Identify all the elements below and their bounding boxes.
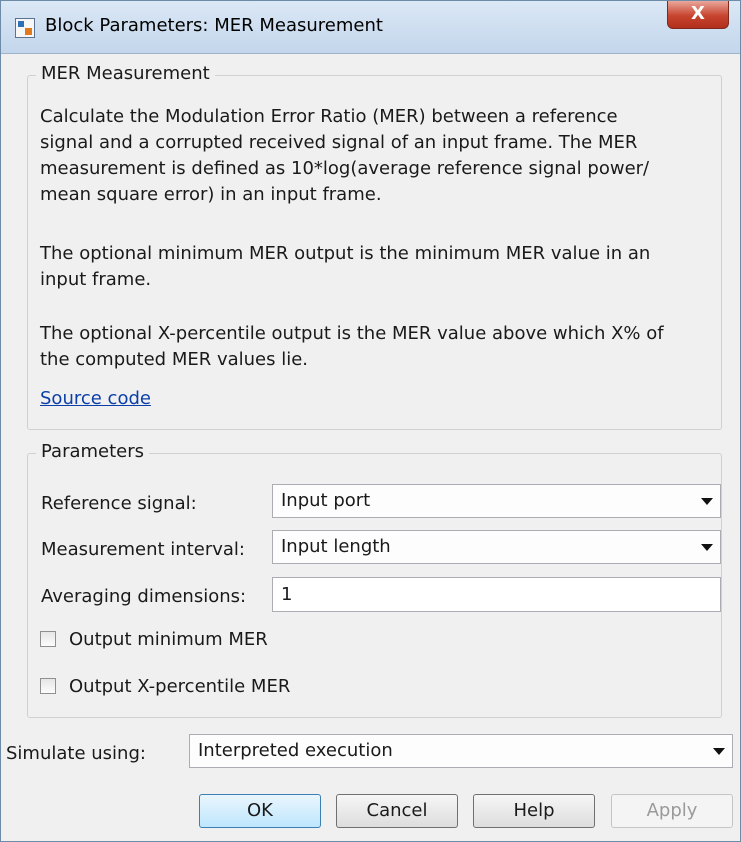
measurement-interval-value: Input length bbox=[281, 536, 391, 557]
averaging-dimensions-input[interactable]: 1 bbox=[272, 577, 721, 612]
dialog-window: Block Parameters: MER Measurement X MER … bbox=[0, 0, 741, 842]
simulate-using-value: Interpreted execution bbox=[198, 740, 393, 761]
measurement-interval-label: Measurement interval: bbox=[41, 539, 245, 560]
close-button[interactable]: X bbox=[667, 1, 729, 29]
output-xpct-mer-label: Output X-percentile MER bbox=[69, 676, 291, 697]
ok-button[interactable]: OK bbox=[199, 794, 321, 828]
reference-signal-value: Input port bbox=[281, 490, 371, 511]
description-line: The optional X-percentile output is the … bbox=[40, 323, 664, 344]
description-line: Calculate the Modulation Error Ratio (ME… bbox=[40, 106, 618, 127]
description-line: signal and a corrupted received signal o… bbox=[40, 132, 638, 153]
description-paragraph-3: The optional X-percentile output is the … bbox=[40, 321, 720, 373]
dropdown-arrow-icon bbox=[713, 748, 725, 755]
source-code-link[interactable]: Source code bbox=[40, 388, 151, 409]
description-line: The optional minimum MER output is the m… bbox=[40, 243, 651, 264]
window-title: Block Parameters: MER Measurement bbox=[45, 15, 383, 36]
block-parameters-icon bbox=[15, 18, 35, 38]
help-button[interactable]: Help bbox=[473, 794, 595, 828]
averaging-dimensions-value: 1 bbox=[281, 584, 293, 605]
dropdown-arrow-icon bbox=[701, 498, 713, 505]
cancel-button[interactable]: Cancel bbox=[336, 794, 458, 828]
apply-button[interactable]: Apply bbox=[611, 794, 733, 828]
description-group-title: MER Measurement bbox=[36, 63, 215, 84]
measurement-interval-dropdown[interactable]: Input length bbox=[272, 530, 721, 564]
reference-signal-label: Reference signal: bbox=[41, 493, 197, 514]
reference-signal-dropdown[interactable]: Input port bbox=[272, 484, 721, 518]
averaging-dimensions-label: Averaging dimensions: bbox=[41, 586, 247, 607]
output-xpct-mer-checkbox[interactable] bbox=[40, 678, 56, 694]
output-min-mer-label: Output minimum MER bbox=[69, 629, 268, 650]
parameters-group-title: Parameters bbox=[36, 441, 150, 462]
simulate-using-label: Simulate using: bbox=[6, 743, 146, 764]
dropdown-arrow-icon bbox=[701, 544, 713, 551]
description-line: input frame. bbox=[40, 269, 152, 290]
title-bar[interactable]: Block Parameters: MER Measurement X bbox=[1, 1, 740, 54]
description-line: mean square error) in an input frame. bbox=[40, 184, 382, 205]
description-line: the computed MER values lie. bbox=[40, 349, 309, 370]
simulate-using-dropdown[interactable]: Interpreted execution bbox=[189, 734, 733, 768]
output-min-mer-checkbox[interactable] bbox=[40, 631, 56, 647]
description-line: measurement is defined as 10*log(average… bbox=[40, 158, 650, 179]
description-paragraph-1: Calculate the Modulation Error Ratio (ME… bbox=[40, 104, 720, 208]
description-paragraph-2: The optional minimum MER output is the m… bbox=[40, 241, 720, 293]
